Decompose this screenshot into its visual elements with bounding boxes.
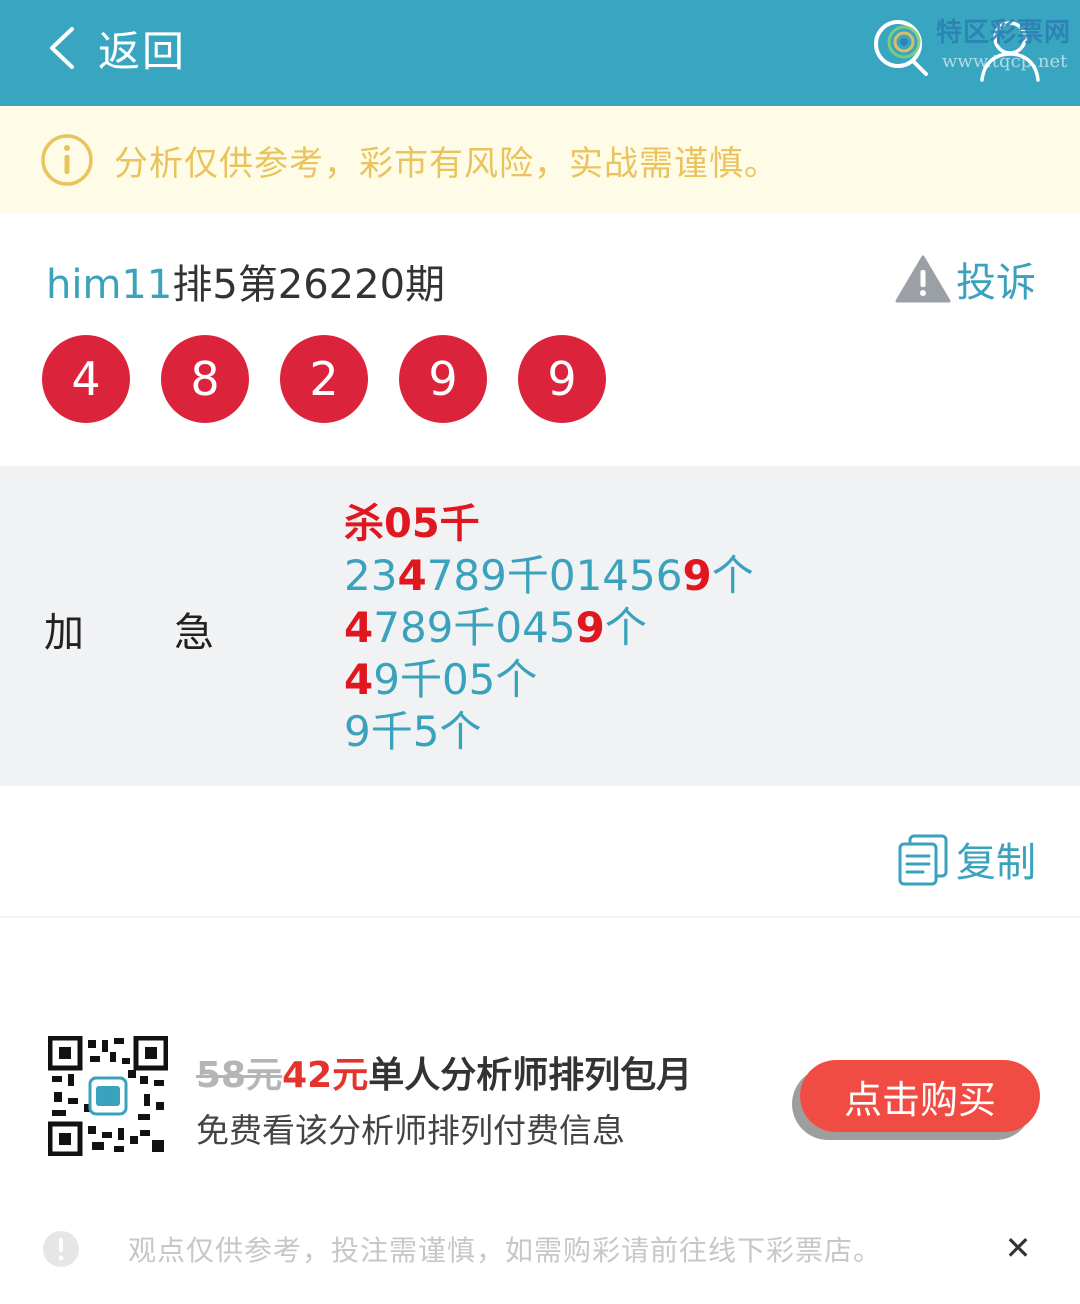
issue-header: him11排5第26220期 投诉 <box>46 246 1036 310</box>
highlight-digit: 4 <box>344 603 374 652</box>
risk-notice-banner: 分析仅供参考，彩市有风险，实战需谨慎。 <box>0 106 1080 214</box>
top-bar: 返回 特区彩票网 www.tqcp.net <box>0 0 1080 106</box>
watermark: 特区彩票网 www.tqcp.net <box>936 12 1076 72</box>
highlight-digit: 4 <box>397 551 427 600</box>
prediction-lines: 杀05千 234789千014569个 4789千0459个 49千05个 9千5个 <box>344 498 754 758</box>
issue-title: him11排5第26220期 <box>46 252 445 310</box>
result-balls: 4 8 2 9 9 <box>42 335 637 423</box>
section-divider <box>0 916 1080 918</box>
result-ball: 9 <box>518 335 606 423</box>
back-button[interactable]: 返回 <box>44 18 186 78</box>
back-label: 返回 <box>98 26 187 76</box>
copy-icon <box>898 834 948 886</box>
search-icon <box>874 20 928 76</box>
qr-code-icon <box>48 1036 168 1156</box>
copy-button[interactable]: 复制 <box>896 830 1036 888</box>
promo-subtitle: 免费看该分析师排列付费信息 <box>196 1111 625 1150</box>
prediction-line: 9千5个 <box>344 706 754 758</box>
promo-plan-name: 单人分析师排列包月 <box>368 1055 693 1096</box>
content-label-left: 加 <box>44 610 84 656</box>
highlight-digit: 9 <box>682 551 712 600</box>
content-label-right: 急 <box>174 610 214 656</box>
chevron-left-icon <box>50 27 74 69</box>
prediction-segment: 个 <box>711 551 754 600</box>
alert-circle-icon <box>43 1231 79 1267</box>
result-ball: 2 <box>280 335 368 423</box>
prediction-segment: 789千01456 <box>426 551 683 600</box>
analyst-username[interactable]: him11 <box>46 262 172 308</box>
prediction-segment: 789千045 <box>373 603 576 652</box>
new-price: 42元 <box>282 1055 369 1096</box>
highlight-digit: 4 <box>344 655 374 704</box>
watermark-title: 特区彩票网 <box>936 18 1072 48</box>
warning-icon <box>895 255 951 303</box>
buy-button[interactable]: 点击购买 <box>800 1060 1040 1132</box>
subscription-promo: 58元42元单人分析师排列包月 免费看该分析师排列付费信息 点击购买 <box>0 1036 1080 1160</box>
prediction-segment: 9千05个 <box>373 655 538 704</box>
highlight-digit: 杀05千 <box>344 501 480 547</box>
prediction-segment: 9千5个 <box>344 707 482 756</box>
watermark-url: www.tqcp.net <box>942 51 1068 72</box>
prediction-headline: 杀05千 <box>344 498 754 550</box>
result-ball: 9 <box>399 335 487 423</box>
complain-label: 投诉 <box>956 260 1036 306</box>
result-ball: 4 <box>42 335 130 423</box>
complain-button[interactable]: 投诉 <box>894 250 1036 308</box>
prediction-segment: 23 <box>344 551 398 600</box>
prediction-content: 加 急 杀05千 234789千014569个 4789千0459个 49千05个 9千… <box>0 466 1080 786</box>
promo-title: 58元42元单人分析师排列包月 <box>196 1046 692 1098</box>
highlight-digit: 9 <box>575 603 605 652</box>
issue-number: 排5第26220期 <box>172 262 446 308</box>
prediction-segment: 个 <box>604 603 647 652</box>
result-ball: 8 <box>161 335 249 423</box>
notice-text: 分析仅供参考，彩市有风险，实战需谨慎。 <box>114 143 779 184</box>
disclaimer-text: 观点仅供参考，投注需谨慎，如需购彩请前往线下彩票店。 <box>128 1234 883 1267</box>
prediction-line: 234789千014569个 <box>344 550 754 602</box>
close-disclaimer-button[interactable]: ✕ <box>1000 1228 1036 1268</box>
prediction-line: 4789千0459个 <box>344 602 754 654</box>
info-icon <box>41 134 93 186</box>
prediction-line: 49千05个 <box>344 654 754 706</box>
search-button[interactable] <box>868 12 932 82</box>
copy-label: 复制 <box>956 840 1036 886</box>
disclaimer-bar: 观点仅供参考，投注需谨慎，如需购彩请前往线下彩票店。 ✕ <box>0 1214 1080 1284</box>
old-price: 58元 <box>196 1055 283 1096</box>
